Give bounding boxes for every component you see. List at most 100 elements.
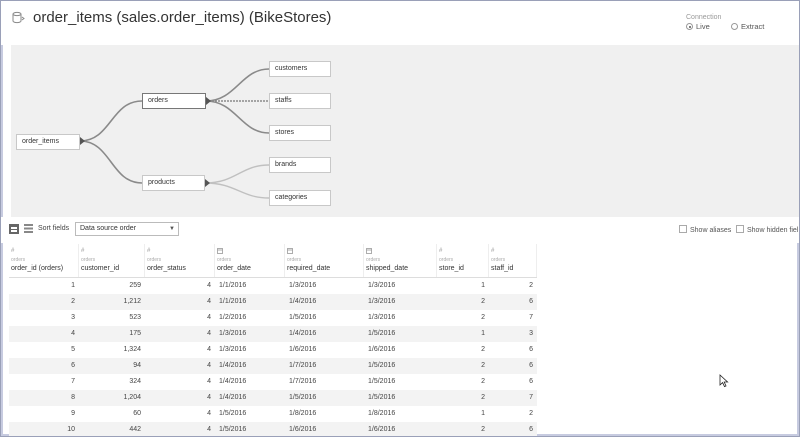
radio-selected-icon [686, 23, 693, 30]
table-cell: 1/7/2016 [289, 378, 317, 385]
data-source-icon [12, 11, 25, 24]
column-header[interactable]: # orders customer_id [79, 244, 145, 277]
table-cell: 1/8/2016 [289, 410, 317, 417]
checkbox-icon [736, 225, 744, 233]
data-rows: 1 259 4 1/1/2016 1/3/2016 1/3/2016 1 2 2 1,212 4 1/… [9, 278, 537, 436]
table-row[interactable]: 5 1,324 4 1/3/2016 1/6/2016 1/6/2016 2 6 [9, 342, 537, 358]
app-window: order_items (sales.order_items) (BikeSto… [0, 0, 800, 437]
table-cell: 5 [71, 346, 75, 353]
table-cell: 1 [481, 330, 485, 337]
table-cell: 1/6/2016 [289, 426, 317, 433]
connection-live-radio[interactable]: Live [686, 22, 710, 31]
table-cell: 7 [529, 314, 533, 321]
table-cell: 2 [71, 298, 75, 305]
column-header[interactable]: # orders order_status [145, 244, 215, 277]
table-cell: 1/4/2016 [219, 378, 247, 385]
column-name: shipped_date [366, 265, 409, 272]
table-cell: 1/3/2016 [368, 282, 396, 289]
table-cell: 4 [207, 426, 211, 433]
header: order_items (sales.order_items) (BikeSto… [1, 1, 799, 45]
table-cell: 1/5/2016 [219, 410, 247, 417]
date-type-icon [287, 248, 293, 256]
table-cell: 324 [129, 378, 141, 385]
table-node-brands[interactable]: brands [269, 157, 331, 173]
table-row[interactable]: 4 175 4 1/3/2016 1/4/2016 1/5/2016 1 3 [9, 326, 537, 342]
number-type-icon: # [439, 248, 443, 254]
table-row[interactable]: 1 259 4 1/1/2016 1/3/2016 1/3/2016 1 2 [9, 278, 537, 294]
number-type-icon: # [11, 248, 15, 254]
column-name: staff_id [491, 265, 514, 272]
column-name: order_id (orders) [11, 265, 64, 272]
table-cell: 4 [207, 314, 211, 321]
radio-unselected-icon [731, 23, 738, 30]
table-cell: 175 [129, 330, 141, 337]
table-cell: 1/5/2016 [368, 394, 396, 401]
table-cell: 1/3/2016 [219, 330, 247, 337]
table-cell: 4 [207, 410, 211, 417]
table-cell: 1/5/2016 [368, 362, 396, 369]
join-canvas[interactable]: order_items orders products customers st… [11, 45, 799, 217]
table-node-stores[interactable]: stores [269, 125, 331, 141]
column-source-label: orders [147, 257, 162, 263]
column-header[interactable]: # orders staff_id [489, 244, 537, 277]
list-view-icon[interactable] [24, 224, 33, 233]
show-aliases-checkbox[interactable]: Show aliases [679, 225, 731, 234]
column-source-label: orders [287, 257, 302, 263]
table-cell: 1,204 [123, 394, 141, 401]
column-header[interactable]: # orders store_id [437, 244, 489, 277]
column-header[interactable]: # orders order_id (orders) [9, 244, 79, 277]
table-cell: 60 [133, 410, 141, 417]
table-cell: 4 [71, 330, 75, 337]
sort-fields-dropdown[interactable]: Data source order ▼ [75, 222, 179, 236]
table-row[interactable]: 6 94 4 1/4/2016 1/7/2016 1/5/2016 2 6 [9, 358, 537, 374]
table-node-products[interactable]: products [142, 175, 205, 191]
table-row[interactable]: 9 60 4 1/5/2016 1/8/2016 1/8/2016 1 2 [9, 406, 537, 422]
column-header[interactable]: orders order_date [215, 244, 285, 277]
table-node-orders[interactable]: orders [142, 93, 206, 109]
column-header-row: # orders order_id (orders) # orders customer_… [9, 244, 537, 278]
table-cell: 3 [71, 314, 75, 321]
table-cell: 2 [529, 282, 533, 289]
checkbox-icon [679, 225, 687, 233]
table-node-order-items[interactable]: order_items [16, 134, 80, 150]
column-name: order_status [147, 265, 186, 272]
mouse-cursor-icon [719, 374, 729, 388]
table-cell: 1/5/2016 [368, 378, 396, 385]
table-cell: 1/2/2016 [219, 314, 247, 321]
table-cell: 1/8/2016 [368, 410, 396, 417]
data-grid-toolbar: Sort fields Data source order ▼ Show ali… [1, 217, 799, 243]
table-cell: 2 [481, 314, 485, 321]
show-hidden-fields-checkbox[interactable]: Show hidden fiel [736, 225, 798, 234]
table-cell: 2 [481, 394, 485, 401]
table-cell: 6 [529, 298, 533, 305]
table-cell: 1/4/2016 [219, 394, 247, 401]
table-cell: 523 [129, 314, 141, 321]
table-cell: 4 [207, 378, 211, 385]
table-cell: 8 [71, 394, 75, 401]
grid-view-icon[interactable] [9, 224, 19, 234]
column-source-label: orders [81, 257, 96, 263]
table-cell: 4 [207, 330, 211, 337]
column-header[interactable]: orders shipped_date [364, 244, 437, 277]
table-row[interactable]: 7 324 4 1/4/2016 1/7/2016 1/5/2016 2 6 [9, 374, 537, 390]
table-cell: 1,324 [123, 346, 141, 353]
table-row[interactable]: 10 442 4 1/5/2016 1/6/2016 1/6/2016 2 6 [9, 422, 537, 436]
table-node-staffs[interactable]: staffs [269, 93, 331, 109]
table-cell: 1/5/2016 [289, 394, 317, 401]
table-cell: 1/4/2016 [289, 298, 317, 305]
table-cell: 1/3/2016 [368, 314, 396, 321]
column-header[interactable]: orders required_date [285, 244, 364, 277]
table-cell: 1/1/2016 [219, 282, 247, 289]
column-name: customer_id [81, 265, 120, 272]
table-row[interactable]: 3 523 4 1/2/2016 1/5/2016 1/3/2016 2 7 [9, 310, 537, 326]
connection-extract-radio[interactable]: Extract [731, 22, 764, 31]
table-cell: 1/5/2016 [289, 314, 317, 321]
page-title: order_items (sales.order_items) (BikeSto… [33, 9, 332, 26]
table-node-customers[interactable]: customers [269, 61, 331, 77]
table-cell: 1 [71, 282, 75, 289]
table-row[interactable]: 2 1,212 4 1/1/2016 1/4/2016 1/3/2016 2 6 [9, 294, 537, 310]
table-cell: 2 [481, 346, 485, 353]
table-cell: 6 [529, 346, 533, 353]
table-row[interactable]: 8 1,204 4 1/4/2016 1/5/2016 1/5/2016 2 7 [9, 390, 537, 406]
table-node-categories[interactable]: categories [269, 190, 331, 206]
